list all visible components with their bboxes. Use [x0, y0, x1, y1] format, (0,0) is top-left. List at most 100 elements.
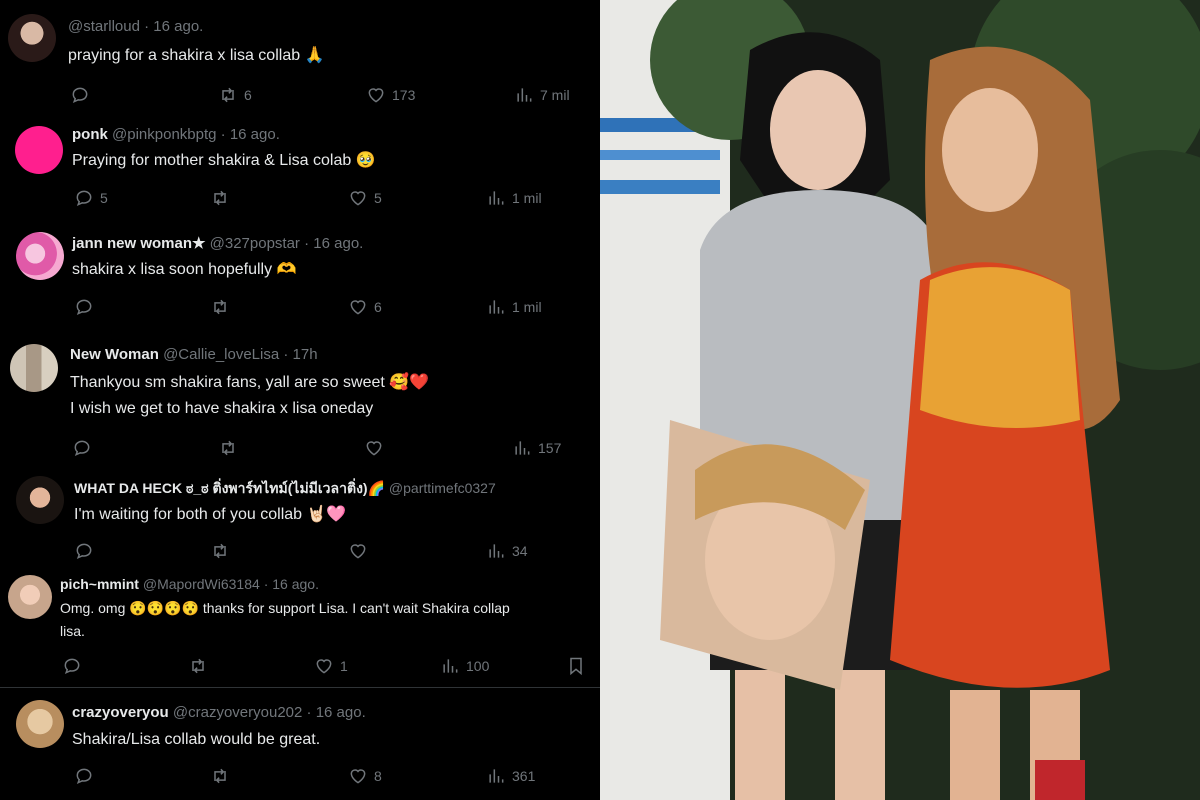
retweet-icon	[222, 87, 234, 103]
reply-icon	[76, 190, 92, 207]
tweet[interactable]: pich~mmint @MapordWi63184 · 16 ago. Omg.…	[0, 570, 600, 686]
tweet-text-line2: I wish we get to have shakira x lisa one…	[70, 400, 374, 417]
like-button[interactable]	[348, 541, 368, 561]
reply-button[interactable]: 5	[74, 188, 108, 208]
like-count: 1	[340, 658, 348, 674]
views-count: 361	[512, 768, 536, 784]
tweet-time[interactable]: 16 ago.	[316, 704, 366, 721]
retweet-icon	[214, 543, 226, 559]
tweet-author[interactable]: pich~mmint	[60, 576, 139, 592]
retweet-button[interactable]	[210, 766, 230, 786]
views-button[interactable]: 361	[486, 766, 535, 786]
tweet-time[interactable]: 17h	[293, 346, 318, 363]
avatar[interactable]	[16, 700, 64, 748]
views-icon	[489, 769, 504, 783]
tweet-handle[interactable]: @starlloud	[68, 18, 140, 35]
avatar[interactable]	[8, 575, 52, 619]
views-button[interactable]: 157	[512, 438, 561, 458]
retweet-button[interactable]: 6	[218, 85, 252, 105]
bookmark-icon	[570, 657, 582, 676]
retweet-button[interactable]	[188, 656, 208, 676]
tweet-time[interactable]: 16 ago.	[272, 576, 319, 592]
views-count: 7 mil	[540, 87, 570, 103]
reply-button[interactable]	[70, 85, 90, 105]
avatar[interactable]	[16, 476, 64, 524]
like-button[interactable]: 1	[314, 656, 348, 676]
views-count: 34	[512, 543, 528, 559]
avatar[interactable]	[15, 126, 63, 174]
views-button[interactable]: 100	[440, 656, 489, 676]
tweet-handle[interactable]: @MapordWi63184	[143, 576, 260, 592]
dot-separator: ·	[263, 576, 269, 592]
like-button[interactable]: 5	[348, 188, 382, 208]
like-button[interactable]	[364, 438, 384, 458]
reply-button[interactable]	[62, 656, 82, 676]
avatar[interactable]	[10, 344, 58, 392]
reply-count: 5	[100, 190, 108, 206]
like-count: 8	[374, 768, 382, 784]
views-icon	[443, 659, 458, 673]
reply-icon	[72, 87, 88, 104]
reply-button[interactable]	[72, 438, 92, 458]
views-button[interactable]: 34	[486, 541, 528, 561]
views-button[interactable]: 1 mil	[486, 188, 542, 208]
heart-icon	[368, 88, 384, 103]
tweet-handle[interactable]: @crazyoveryou202	[173, 704, 302, 721]
views-icon	[489, 300, 504, 314]
tweet-author[interactable]: jann new woman★	[72, 235, 205, 252]
views-button[interactable]: 1 mil	[486, 297, 542, 317]
avatar[interactable]	[16, 232, 64, 280]
views-button[interactable]: 7 mil	[514, 85, 570, 105]
retweet-button[interactable]	[210, 541, 230, 561]
retweet-icon	[214, 768, 226, 784]
bookmark-button[interactable]	[566, 656, 586, 676]
heart-icon	[366, 441, 382, 456]
tweet-author[interactable]: crazyoveryou	[72, 704, 169, 721]
tweet[interactable]: jann new woman★ @327popstar · 16 ago. sh…	[0, 230, 600, 340]
dot-separator: ·	[283, 346, 289, 363]
tweet-text-line2: lisa.	[60, 623, 85, 639]
avatar[interactable]	[8, 14, 56, 62]
tweet-author[interactable]: New Woman	[70, 346, 159, 363]
dot-separator: ·	[144, 18, 150, 35]
reply-button[interactable]	[74, 766, 94, 786]
views-count: 100	[466, 658, 490, 674]
reply-icon	[74, 440, 90, 457]
tweet-time[interactable]: 16 ago.	[313, 235, 363, 252]
tweet[interactable]: @starlloud · 16 ago. praying for a shaki…	[0, 0, 600, 120]
tweet-handle[interactable]: @327popstar	[210, 235, 300, 252]
tweet-handle[interactable]: @parttimefc0327	[389, 480, 496, 496]
views-icon	[489, 544, 504, 558]
dot-separator: ·	[304, 235, 310, 252]
tweet[interactable]: New Woman @Callie_loveLisa · 17h Thankyo…	[0, 340, 600, 470]
views-count: 1 mil	[512, 190, 542, 206]
like-button[interactable]: 173	[366, 85, 415, 105]
tweet-text: praying for a shakira x lisa collab 🙏	[68, 47, 325, 64]
tweet-text: Omg. omg 😯😯😯😯 thanks for support Lisa. I…	[60, 600, 510, 616]
reply-button[interactable]	[74, 541, 94, 561]
retweet-icon	[214, 299, 226, 315]
like-button[interactable]: 6	[348, 297, 382, 317]
retweet-button[interactable]	[218, 438, 238, 458]
tweet-time[interactable]: 16 ago.	[230, 126, 280, 143]
reply-button[interactable]	[74, 297, 94, 317]
retweet-button[interactable]	[210, 297, 230, 317]
views-count: 157	[538, 440, 562, 456]
tweet-handle[interactable]: @pinkponkbptg	[112, 126, 216, 143]
dot-separator: ·	[220, 126, 226, 143]
tweet-time[interactable]: 16 ago.	[153, 18, 203, 35]
tweet-replies-panel: @starlloud · 16 ago. praying for a shaki…	[0, 0, 600, 800]
reply-icon	[64, 658, 80, 675]
tweet[interactable]: WHAT DA HECK ಠ_ಠ ติ่งพาร์ทไทม์(ไม่มีเวลา…	[0, 470, 600, 570]
tweet-text: shakira x lisa soon hopefully 🫶	[72, 261, 297, 278]
retweet-button[interactable]	[210, 188, 230, 208]
tweet[interactable]: crazyoveryou @crazyoveryou202 · 16 ago. …	[0, 690, 600, 800]
heart-icon	[350, 191, 366, 206]
retweet-icon	[222, 440, 234, 456]
tweet-author[interactable]: ponk	[72, 126, 108, 143]
tweet[interactable]: ponk @pinkponkbptg · 16 ago. Praying for…	[0, 120, 600, 230]
tweet-author[interactable]: WHAT DA HECK ಠ_ಠ ติ่งพาร์ทไทม์(ไม่มีเวลา…	[74, 480, 385, 496]
tweet-handle[interactable]: @Callie_loveLisa	[163, 346, 279, 363]
views-icon	[515, 441, 530, 455]
like-button[interactable]: 8	[348, 766, 382, 786]
